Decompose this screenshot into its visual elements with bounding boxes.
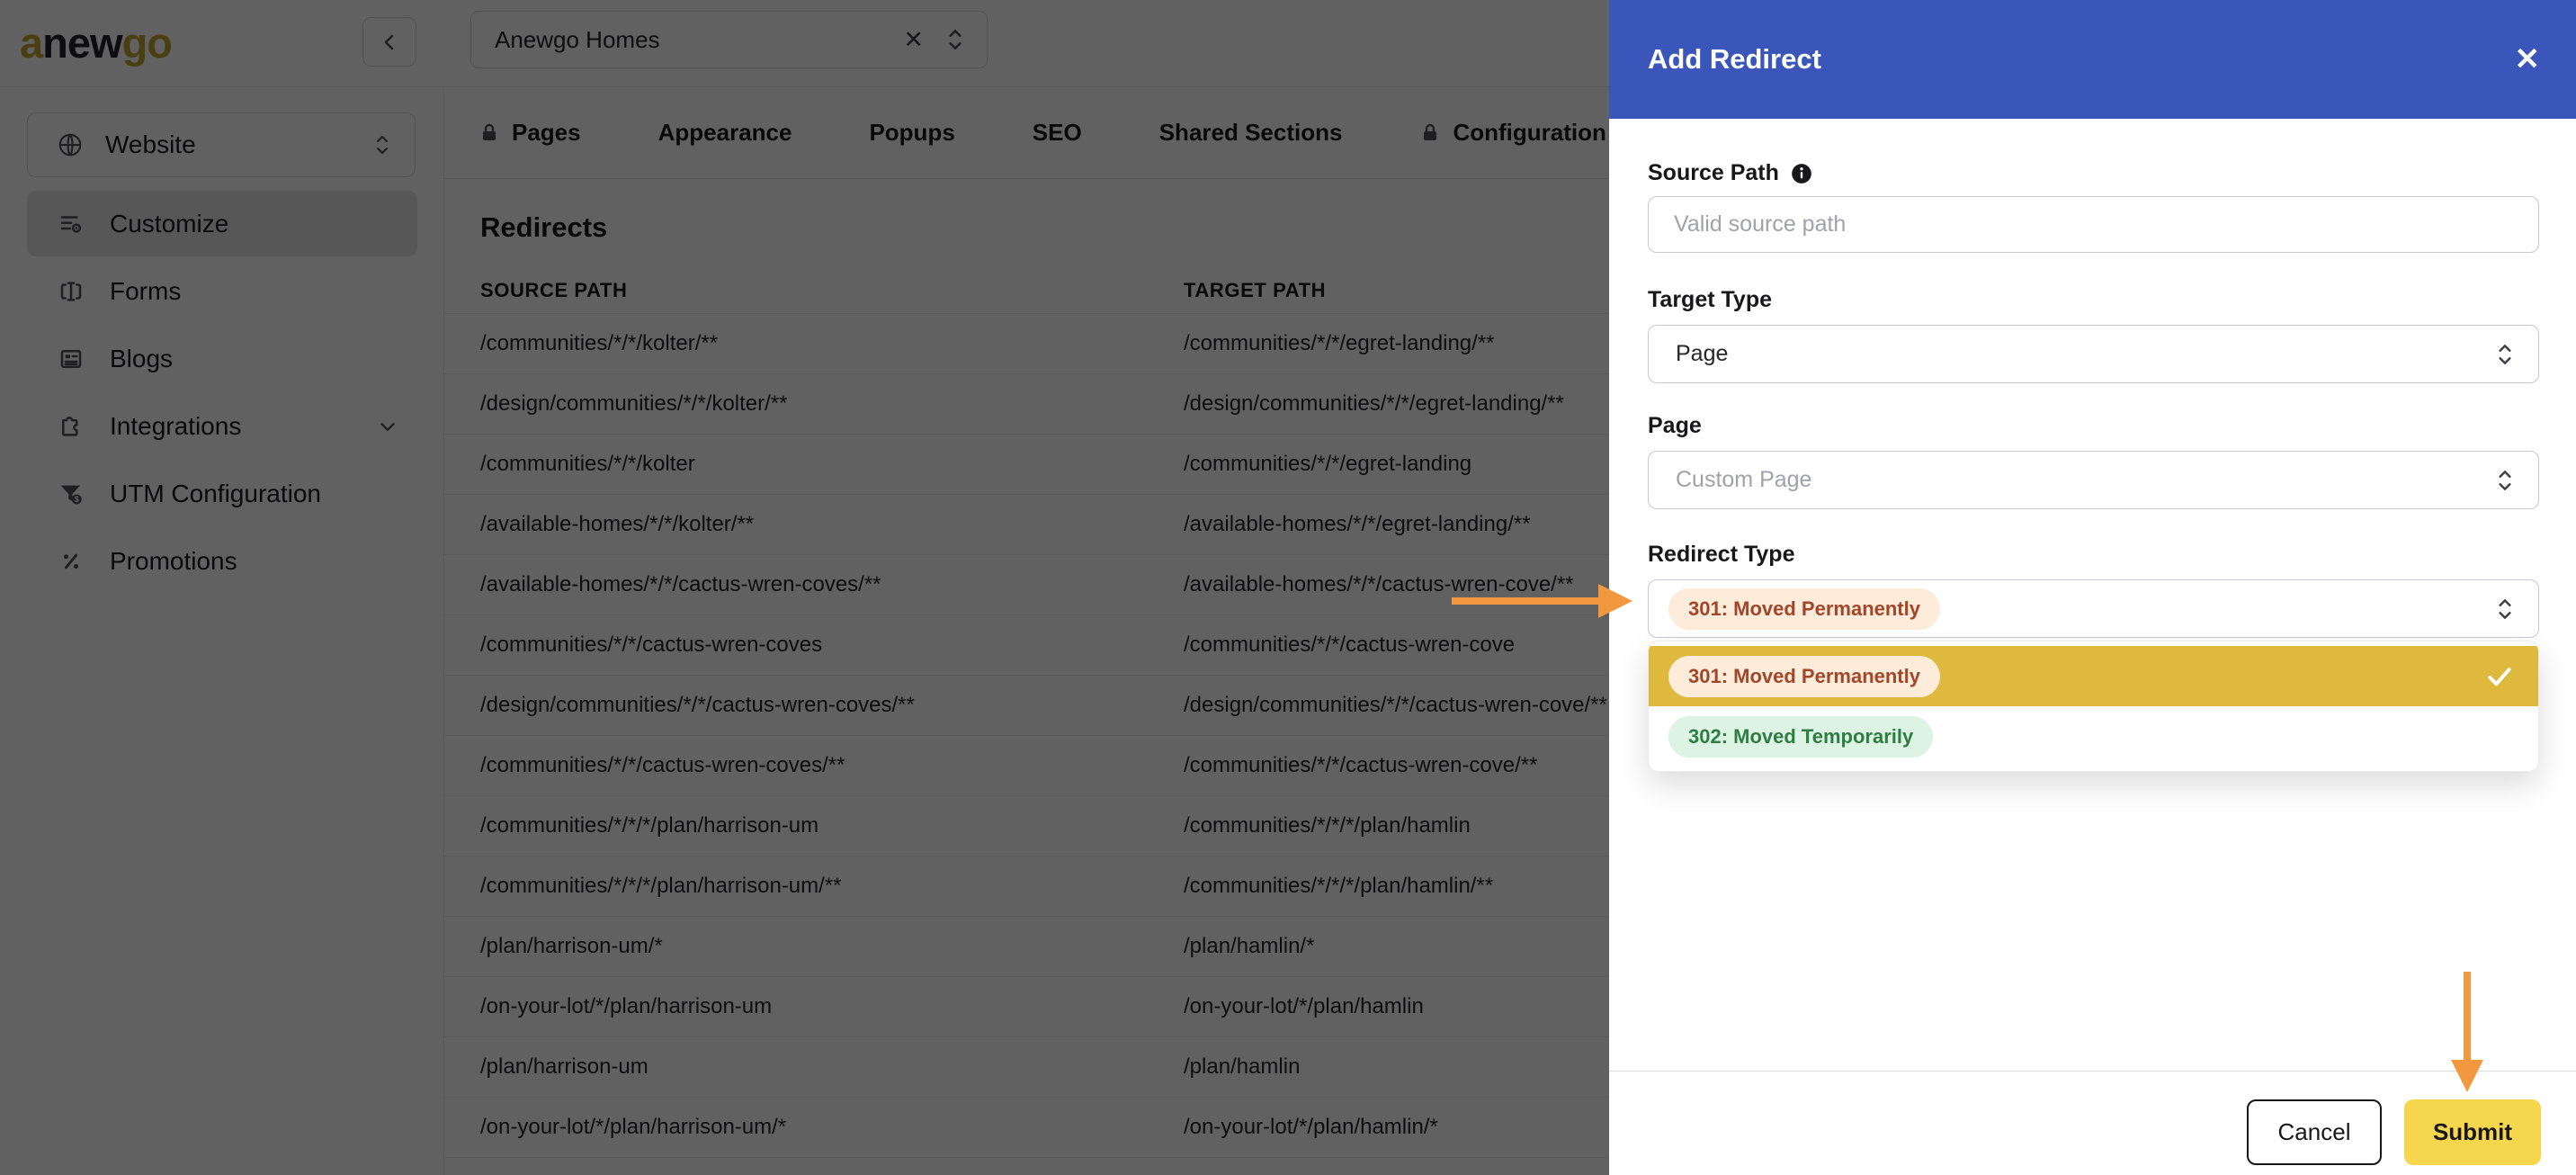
add-redirect-drawer: Add Redirect ✕ Source Path Target Type P… [1609,0,2576,1175]
redirect-type-select[interactable]: 301: Moved Permanently [1648,579,2539,638]
info-icon[interactable] [1790,162,1813,185]
source-path-label: Source Path [1648,160,2539,186]
close-icon[interactable]: ✕ [2515,44,2541,75]
drawer-body: Source Path Target Type Page Page Custom… [1648,119,2539,772]
redirect-type-value-pill: 301: Moved Permanently [1668,588,1940,630]
drawer-header: Add Redirect ✕ [1609,0,2576,119]
page-select-placeholder: Custom Page [1676,467,1812,492]
target-type-label: Target Type [1648,287,1772,312]
option-301-pill: 301: Moved Permanently [1668,655,1940,697]
source-path-label-text: Source Path [1648,160,1779,185]
submit-button[interactable]: Submit [2404,1099,2541,1165]
cancel-button[interactable]: Cancel [2247,1099,2382,1165]
option-302-pill: 302: Moved Temporarily [1668,715,1934,758]
page-select[interactable]: Custom Page [1648,451,2539,509]
chevron-updown-icon [2493,467,2517,494]
footer-divider [1609,1071,2576,1072]
redirect-type-label: Redirect Type [1648,542,1795,567]
annotation-arrow-submit [2447,970,2487,1099]
source-path-input[interactable] [1674,211,2513,238]
annotation-arrow-redirect-type [1450,579,1634,628]
page-label: Page [1648,413,1702,438]
chevron-updown-icon [2493,596,2517,623]
chevron-updown-icon [2493,341,2517,368]
redirect-type-dropdown: 301: Moved Permanently 302: Moved Tempor… [1648,641,2539,772]
drawer-footer: Cancel Submit [1609,1099,2576,1165]
source-path-field [1648,196,2539,253]
target-type-value: Page [1676,341,1729,366]
dropdown-option-302[interactable]: 302: Moved Temporarily [1649,706,2538,767]
check-icon [2484,661,2515,692]
target-type-select[interactable]: Page [1648,325,2539,383]
drawer-title: Add Redirect [1648,43,1821,75]
dropdown-option-301[interactable]: 301: Moved Permanently [1649,646,2538,706]
